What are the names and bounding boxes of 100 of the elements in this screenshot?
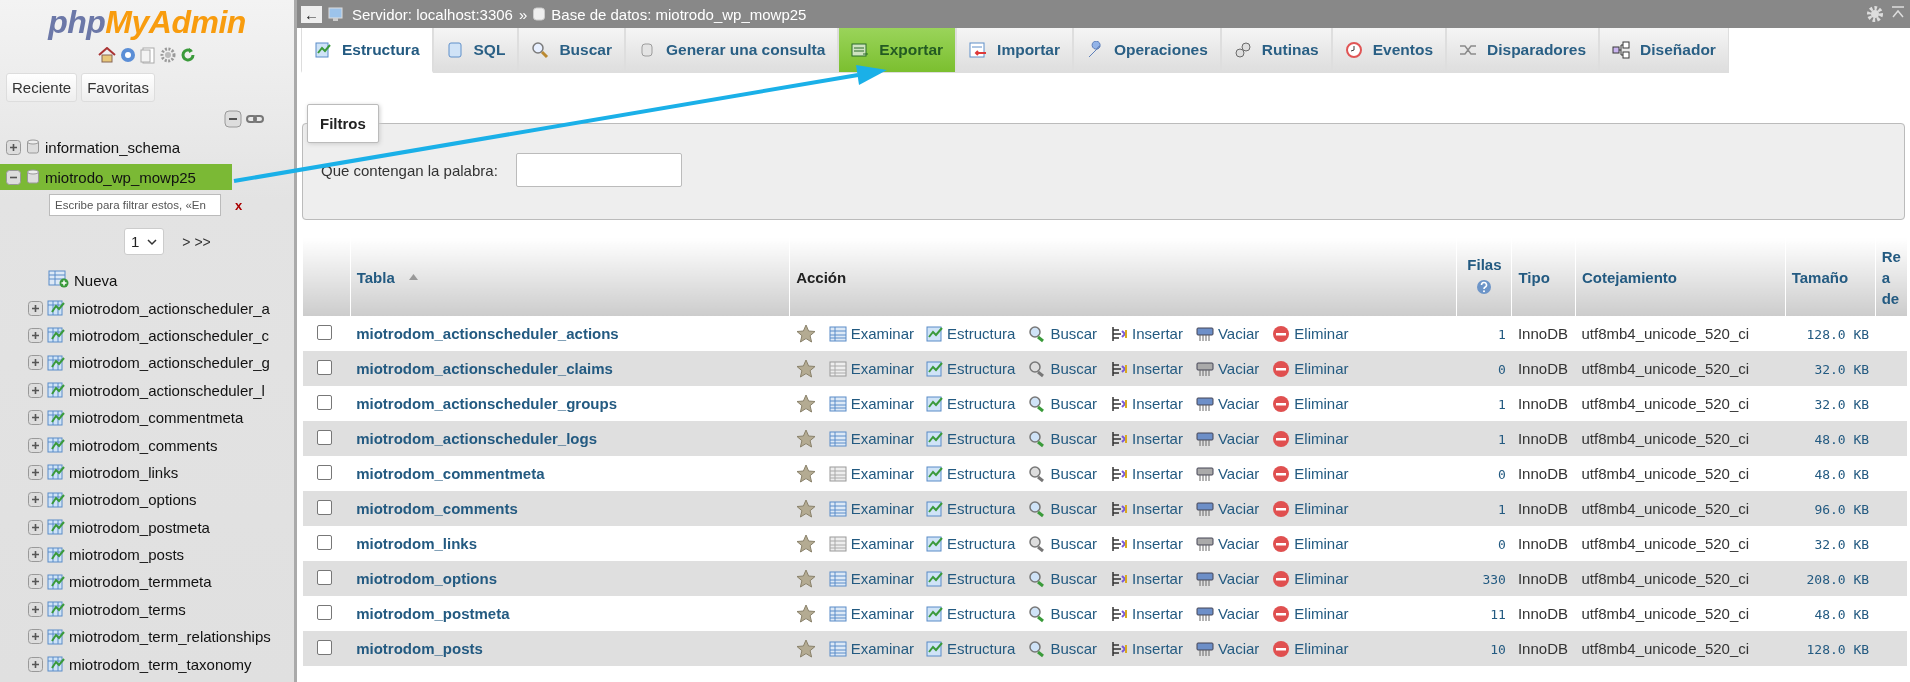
expand-icon[interactable] <box>28 574 43 590</box>
action-link[interactable]: Estructura <box>926 394 1016 413</box>
expand-icon[interactable] <box>28 601 43 617</box>
checkbox[interactable] <box>316 604 332 620</box>
tab[interactable]: SQL <box>432 28 519 73</box>
pager-link[interactable]: > >> <box>182 233 211 250</box>
action-link[interactable]: Buscar <box>1027 429 1098 448</box>
expand-icon[interactable] <box>28 519 43 535</box>
star-icon[interactable] <box>795 638 816 659</box>
action-link[interactable]: Examinar <box>827 639 915 658</box>
action-link[interactable]: Vaciar <box>1194 359 1260 378</box>
checkbox[interactable] <box>316 429 332 445</box>
action-link[interactable]: Eliminar <box>1271 429 1349 448</box>
action-link[interactable]: Examinar <box>827 569 915 588</box>
action-link[interactable]: Insertar <box>1109 499 1183 518</box>
expand-icon[interactable] <box>28 327 43 343</box>
action-link[interactable]: Buscar <box>1027 464 1098 483</box>
action-link[interactable]: Examinar <box>827 464 915 483</box>
expand-icon[interactable] <box>28 492 43 508</box>
action-link[interactable]: Eliminar <box>1271 464 1349 483</box>
action-link[interactable]: Examinar <box>827 429 915 448</box>
tab[interactable]: Disparadores <box>1446 28 1600 73</box>
star-icon[interactable] <box>795 428 816 449</box>
table-link[interactable]: miotrodom_comments <box>356 500 518 517</box>
action-link[interactable]: Vaciar <box>1194 604 1260 623</box>
table-link[interactable]: miotrodom_postmeta <box>356 605 510 622</box>
breadcrumb-link[interactable]: Base de datos: miotrodo_wp_mowp25 <box>551 5 807 23</box>
action-link[interactable]: Estructura <box>926 569 1016 588</box>
action-link[interactable]: Vaciar <box>1194 429 1260 448</box>
action-link[interactable]: Estructura <box>926 639 1016 658</box>
star-icon[interactable] <box>795 498 816 519</box>
back-button[interactable]: ← <box>301 5 322 23</box>
action-link[interactable]: Buscar <box>1027 394 1098 413</box>
tab[interactable]: Diseñador <box>1599 28 1729 73</box>
expand-icon[interactable] <box>28 464 43 480</box>
star-icon[interactable] <box>795 358 816 379</box>
action-link[interactable]: Insertar <box>1109 359 1183 378</box>
table-link[interactable]: miotrodom_actionscheduler_groups <box>356 395 618 412</box>
action-link[interactable]: Eliminar <box>1271 604 1349 623</box>
star-icon[interactable] <box>795 323 816 344</box>
table-item[interactable]: miotrodom_actionscheduler_l <box>0 376 294 404</box>
checkbox[interactable] <box>316 639 332 655</box>
table-item[interactable]: miotrodom_actionscheduler_g <box>0 349 294 377</box>
expand-icon[interactable] <box>6 139 21 155</box>
action-link[interactable]: Examinar <box>827 499 915 518</box>
breadcrumb-link[interactable]: Servidor: localhost:3306 <box>352 5 513 23</box>
table-item[interactable]: miotrodom_termmeta <box>0 568 294 596</box>
action-link[interactable]: Vaciar <box>1194 534 1260 553</box>
action-link[interactable]: Vaciar <box>1194 324 1260 343</box>
table-item[interactable]: miotrodom_posts <box>0 540 294 569</box>
table-item[interactable]: miotrodom_options <box>0 486 294 514</box>
database-item[interactable]: information_schema <box>0 134 294 160</box>
action-link[interactable]: Eliminar <box>1271 324 1349 343</box>
action-link[interactable]: Buscar <box>1027 534 1098 553</box>
table-link[interactable]: miotrodom_commentmeta <box>356 465 545 482</box>
tab[interactable]: Generar una consulta <box>624 28 839 73</box>
table-item[interactable]: miotrodom_terms <box>0 595 294 624</box>
table-item[interactable]: miotrodom_actionscheduler_a <box>0 294 294 322</box>
checkbox[interactable] <box>316 324 332 340</box>
action-link[interactable]: Buscar <box>1027 569 1098 588</box>
action-link[interactable]: Estructura <box>926 359 1016 378</box>
tab[interactable]: Rutinas <box>1220 28 1332 73</box>
action-link[interactable]: Insertar <box>1109 324 1183 343</box>
action-link[interactable]: Eliminar <box>1271 359 1349 378</box>
action-link[interactable]: Estructura <box>926 499 1016 518</box>
action-link[interactable]: Examinar <box>827 324 915 343</box>
action-link[interactable]: Eliminar <box>1271 534 1349 553</box>
action-link[interactable]: Examinar <box>827 359 915 378</box>
action-link[interactable]: Examinar <box>827 604 915 623</box>
nav-button[interactable]: Reciente <box>6 73 78 102</box>
table-item[interactable]: Nueva <box>0 267 294 295</box>
tab[interactable]: Estructura <box>301 28 433 73</box>
expand-icon[interactable] <box>28 656 43 672</box>
expand-icon[interactable] <box>28 355 43 371</box>
table-link[interactable]: miotrodom_actionscheduler_logs <box>356 430 598 447</box>
action-link[interactable]: Insertar <box>1109 534 1183 553</box>
action-link[interactable]: Insertar <box>1109 429 1183 448</box>
table-item[interactable]: miotrodom_postmeta <box>0 513 294 541</box>
tab[interactable]: Buscar <box>518 28 625 73</box>
checkbox[interactable] <box>316 464 332 480</box>
clear-button[interactable]: x <box>235 197 243 213</box>
table-link[interactable]: miotrodom_actionscheduler_claims <box>356 360 613 377</box>
action-link[interactable]: Examinar <box>827 394 915 413</box>
action-link[interactable]: Eliminar <box>1271 569 1349 588</box>
action-link[interactable]: Vaciar <box>1194 464 1260 483</box>
action-link[interactable]: Buscar <box>1027 359 1098 378</box>
action-link[interactable]: Vaciar <box>1194 499 1260 518</box>
expand-icon[interactable] <box>28 547 43 563</box>
action-link[interactable]: Buscar <box>1027 639 1098 658</box>
action-link[interactable]: Estructura <box>926 324 1016 343</box>
help-icon[interactable] <box>120 47 136 63</box>
expand-icon[interactable] <box>28 382 43 398</box>
reload-icon[interactable] <box>180 47 196 63</box>
action-link[interactable]: Insertar <box>1109 464 1183 483</box>
action-link[interactable]: Eliminar <box>1271 394 1349 413</box>
page-select[interactable]: 1 <box>124 228 165 255</box>
checkbox[interactable] <box>316 534 332 550</box>
expand-icon[interactable] <box>28 300 43 316</box>
action-link[interactable]: Insertar <box>1109 604 1183 623</box>
action-link[interactable]: Insertar <box>1109 569 1183 588</box>
